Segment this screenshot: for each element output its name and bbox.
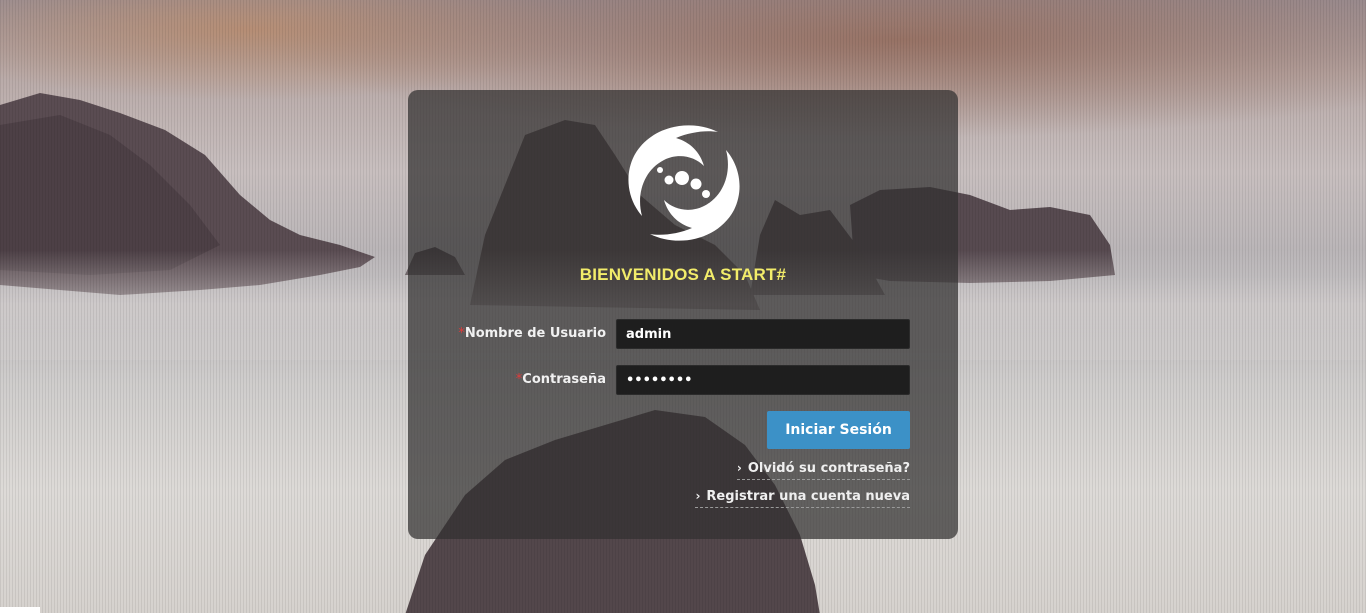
forgot-password-text: Olvidó su contraseña?: [747, 461, 910, 476]
username-row: *Nombre de Usuario: [408, 319, 958, 349]
password-input[interactable]: [616, 365, 910, 395]
password-row: *Contraseña: [408, 365, 958, 395]
corner-fragment: [0, 607, 40, 613]
username-input[interactable]: [616, 319, 910, 349]
chevron-right-icon: ›: [736, 461, 742, 475]
login-button[interactable]: Iniciar Sesión: [767, 411, 910, 449]
register-link[interactable]: › Registrar una cuenta nueva: [695, 489, 910, 508]
password-label-text: Contraseña: [522, 372, 606, 387]
register-text: Registrar una cuenta nueva: [706, 489, 910, 504]
username-label: *Nombre de Usuario: [458, 326, 606, 341]
login-panel: BIENVENIDOS A START# *Nombre de Usuario …: [408, 90, 958, 539]
spiral-logo-icon: [628, 125, 740, 241]
password-label: *Contraseña: [516, 372, 606, 387]
welcome-title: BIENVENIDOS A START#: [579, 265, 787, 284]
chevron-right-icon: ›: [695, 489, 701, 503]
forgot-password-link[interactable]: › Olvidó su contraseña?: [736, 461, 910, 480]
username-label-text: Nombre de Usuario: [464, 326, 606, 341]
